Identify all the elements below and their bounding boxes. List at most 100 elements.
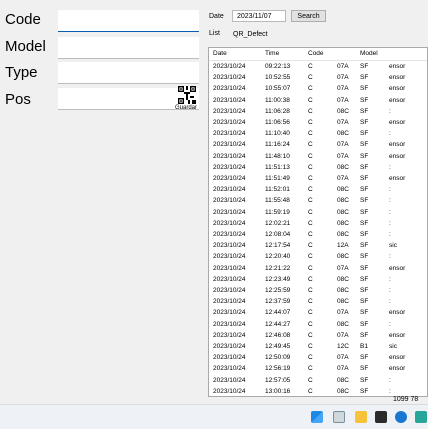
table-row[interactable]: 2023/10/24 11:48:10 C 07A SF ensor xyxy=(209,152,427,163)
store-icon[interactable] xyxy=(415,411,427,423)
table-cell: 2023/10/24 xyxy=(213,253,246,261)
table-cell: 2023/10/24 xyxy=(213,96,246,104)
table-row[interactable]: 2023/10/24 10:55:07 C 07A SF ensor xyxy=(209,84,427,95)
date-label: Date xyxy=(209,13,224,20)
table-cell: ensor xyxy=(389,365,406,373)
table-cell: C xyxy=(308,365,313,373)
table-cell: SF xyxy=(360,231,369,238)
table-row[interactable]: 2023/10/24 12:17:54 C 12A SF sic xyxy=(209,241,427,252)
table-cell: SF xyxy=(360,219,369,227)
table-cell: SF xyxy=(360,63,369,70)
date-input[interactable]: 2023/11/07 xyxy=(232,10,286,22)
table-cell: : xyxy=(389,107,391,115)
table-row[interactable]: 2023/10/24 12:23:49 C 08C SF: xyxy=(209,275,427,286)
terminal-icon[interactable] xyxy=(375,411,387,423)
table-cell: 2023/10/24 xyxy=(213,163,246,171)
table-cell: C xyxy=(308,264,313,272)
table-cell: 2023/10/24 xyxy=(213,152,246,160)
table-cell: 2023/10/24 xyxy=(213,320,246,328)
table-row[interactable]: 2023/10/24 10:52:55 C 07A SF ensor xyxy=(209,73,427,84)
table-row[interactable]: 2023/10/24 12:46:08 C 07A SF ensor xyxy=(209,331,427,342)
table-row[interactable]: 2023/10/24 11:00:38 C 07A SF ensor xyxy=(209,96,427,107)
table-row[interactable]: 2023/10/24 12:49:45 C 12C B1 sic xyxy=(209,342,427,353)
table-cell: : xyxy=(389,253,391,261)
table-cell: SF xyxy=(360,387,369,395)
table-cell: 12:21:22 xyxy=(265,264,291,272)
task-view-icon[interactable] xyxy=(333,411,345,423)
table-cell: SF xyxy=(360,320,369,328)
table-cell: SF xyxy=(360,331,369,339)
table-cell: B1 xyxy=(360,343,368,350)
table-row[interactable]: 2023/10/24 12:08:04 C 08C SF: xyxy=(209,230,427,241)
table-cell: 12:49:45 xyxy=(265,343,291,350)
column-header-time[interactable]: Time xyxy=(265,50,279,57)
records-table[interactable]: Date Time Code Model 2023/10/24 09:22:13 C… xyxy=(208,47,428,397)
table-row[interactable]: 2023/10/24 11:06:56 C 07A SF ensor xyxy=(209,118,427,129)
table-cell: 08C xyxy=(337,197,349,205)
column-header-date[interactable]: Date xyxy=(213,50,227,57)
table-row[interactable]: 2023/10/24 12:20:40 C 08C SF: xyxy=(209,252,427,263)
search-button[interactable]: Search xyxy=(291,10,326,22)
table-row[interactable]: 2023/10/24 12:44:27 C 08C SF: xyxy=(209,320,427,331)
table-cell: 12:17:54 xyxy=(265,242,291,250)
pos-label: Pos xyxy=(5,91,31,108)
table-cell: 09:22:13 xyxy=(265,63,291,70)
table-cell: SF xyxy=(360,354,369,362)
qr-code-icon[interactable] xyxy=(178,86,196,104)
table-row[interactable]: 2023/10/24 12:57:05 C 08C SF: xyxy=(209,376,427,387)
table-row[interactable]: 2023/10/24 12:50:09 C 07A SF ensor xyxy=(209,353,427,364)
table-row[interactable]: 2023/10/24 11:06:28 C 08C SF: xyxy=(209,107,427,118)
table-row[interactable]: 2023/10/24 12:37:59 C 08C SF: xyxy=(209,297,427,308)
type-input[interactable] xyxy=(58,62,199,84)
table-row[interactable]: 2023/10/24 11:55:48 C 08C SF: xyxy=(209,196,427,207)
table-row[interactable]: 2023/10/24 09:22:13 C 07A SF ensor xyxy=(209,62,427,73)
table-cell: 11:51:13 xyxy=(265,163,290,171)
column-header-model[interactable]: Model xyxy=(360,50,378,57)
edge-icon[interactable] xyxy=(395,411,407,423)
table-cell: : xyxy=(389,320,391,328)
table-cell: : xyxy=(389,219,391,227)
file-explorer-icon[interactable] xyxy=(355,411,367,423)
table-cell: 07A xyxy=(337,152,349,160)
column-header-code[interactable]: Code xyxy=(308,50,324,57)
entry-form-panel: Code Model Type Pos Guardar xyxy=(0,0,204,404)
table-cell: 11:59:19 xyxy=(265,208,290,216)
table-cell: 08C xyxy=(337,275,349,283)
table-cell: 10:52:55 xyxy=(265,74,291,82)
table-cell: 12:02:21 xyxy=(265,219,291,227)
table-cell: SF xyxy=(360,253,369,261)
table-row[interactable]: 2023/10/24 12:02:21 C 08C SF: xyxy=(209,219,427,230)
table-row[interactable]: 2023/10/24 11:52:01 C 08C SF: xyxy=(209,185,427,196)
table-cell: 11:48:10 xyxy=(265,152,290,160)
table-row[interactable]: 2023/10/24 11:59:19 C 08C SF: xyxy=(209,208,427,219)
table-row[interactable]: 2023/10/24 12:44:07 C 07A SF ensor xyxy=(209,308,427,319)
table-row[interactable]: 2023/10/24 12:21:22 C 07A SF ensor xyxy=(209,264,427,275)
table-cell: 08C xyxy=(337,163,349,171)
table-row[interactable]: 2023/10/24 11:10:40 C 08C SF: xyxy=(209,129,427,140)
table-cell: : xyxy=(389,275,391,283)
table-cell: 2023/10/24 xyxy=(213,376,246,384)
table-cell: 07A xyxy=(337,354,349,362)
table-row[interactable]: 2023/10/24 12:56:19 C 07A SF ensor xyxy=(209,364,427,375)
table-cell: 2023/10/24 xyxy=(213,175,246,182)
table-cell: 07A xyxy=(337,365,349,373)
table-cell: SF xyxy=(360,74,369,82)
table-cell: ensor xyxy=(389,264,406,272)
table-row[interactable]: 2023/10/24 11:51:49 C 07A SF ensor xyxy=(209,174,427,185)
table-cell: SF xyxy=(360,208,369,216)
table-cell: 2023/10/24 xyxy=(213,186,246,194)
table-cell: 12:56:19 xyxy=(265,365,291,373)
windows-icon[interactable] xyxy=(311,411,323,423)
table-cell: C xyxy=(308,309,313,317)
table-row[interactable]: 2023/10/24 12:25:59 C 08C SF: xyxy=(209,286,427,297)
model-input[interactable] xyxy=(58,37,199,59)
table-cell: ensor xyxy=(389,85,406,93)
list-value: QR_Defect xyxy=(233,31,268,38)
table-row[interactable]: 2023/10/24 11:16:24 C 07A SF ensor xyxy=(209,140,427,151)
code-label: Code xyxy=(5,11,41,28)
table-cell: ensor xyxy=(389,96,406,104)
table-cell: 11:52:01 xyxy=(265,186,290,194)
code-input[interactable] xyxy=(58,10,199,32)
table-row[interactable]: 2023/10/24 11:51:13 C 08C SF: xyxy=(209,163,427,174)
table-cell: 12:20:40 xyxy=(265,253,291,261)
